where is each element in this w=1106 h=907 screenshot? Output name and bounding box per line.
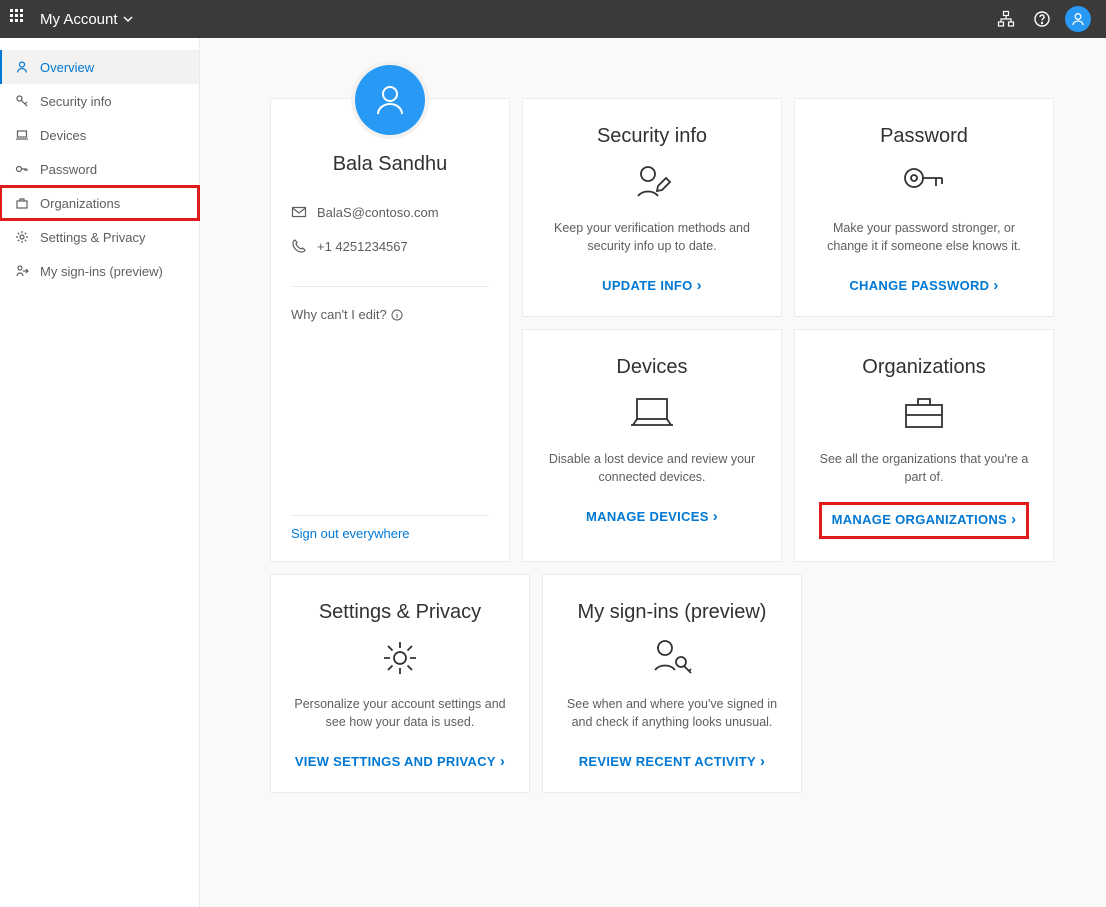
profile-phone-row: +1 4251234567 bbox=[291, 238, 489, 254]
settings-privacy-card: Settings & Privacy Personalize your acco… bbox=[270, 574, 530, 793]
person-key-icon bbox=[649, 636, 695, 680]
key-icon bbox=[14, 93, 30, 109]
profile-phone: +1 4251234567 bbox=[317, 239, 408, 254]
view-settings-link[interactable]: VIEW SETTINGS AND PRIVACY bbox=[295, 753, 505, 770]
signins-card: My sign-ins (preview) See when and where… bbox=[542, 574, 802, 793]
briefcase-large-icon bbox=[900, 391, 948, 435]
sidebar: Overview Security info Devices Password bbox=[0, 38, 200, 907]
gear-large-icon bbox=[378, 636, 422, 680]
card-title: Devices bbox=[616, 356, 687, 379]
person-edit-icon bbox=[630, 160, 674, 204]
card-title: Password bbox=[880, 125, 968, 148]
phone-icon bbox=[291, 238, 307, 254]
update-info-link[interactable]: UPDATE INFO bbox=[602, 277, 702, 294]
sidebar-item-label: Password bbox=[40, 162, 97, 177]
sidebar-item-signins[interactable]: My sign-ins (preview) bbox=[0, 254, 199, 288]
manage-devices-link[interactable]: MANAGE DEVICES bbox=[586, 508, 718, 525]
profile-name: Bala Sandhu bbox=[291, 153, 489, 176]
card-title: Security info bbox=[597, 125, 707, 148]
sidebar-item-overview[interactable]: Overview bbox=[0, 50, 199, 84]
avatar[interactable] bbox=[1060, 1, 1096, 37]
laptop-icon bbox=[14, 127, 30, 143]
card-desc: See all the organizations that you're a … bbox=[815, 451, 1033, 486]
review-activity-link[interactable]: REVIEW RECENT ACTIVITY bbox=[579, 753, 766, 770]
card-title: Settings & Privacy bbox=[319, 601, 481, 624]
sidebar-item-label: Settings & Privacy bbox=[40, 230, 146, 245]
sign-out-everywhere-link[interactable]: Sign out everywhere bbox=[291, 526, 489, 541]
sidebar-item-label: My sign-ins (preview) bbox=[40, 264, 163, 279]
app-launcher-icon[interactable] bbox=[10, 9, 30, 29]
password-card: Password Make your password stronger, or… bbox=[794, 98, 1054, 317]
person-icon bbox=[14, 59, 30, 75]
sidebar-item-label: Devices bbox=[40, 128, 86, 143]
change-password-link[interactable]: CHANGE PASSWORD bbox=[849, 277, 998, 294]
top-bar: My Account bbox=[0, 0, 1106, 38]
card-desc: Personalize your account settings and se… bbox=[291, 696, 509, 731]
profile-card: Bala Sandhu BalaS@contoso.com +1 4251234… bbox=[270, 98, 510, 562]
help-icon[interactable] bbox=[1024, 1, 1060, 37]
devices-card: Devices Disable a lost device and review… bbox=[522, 329, 782, 562]
sidebar-item-security[interactable]: Security info bbox=[0, 84, 199, 118]
chevron-down-icon[interactable] bbox=[122, 13, 134, 25]
profile-avatar-wrap bbox=[351, 61, 429, 139]
security-info-card: Security info Keep your verification met… bbox=[522, 98, 782, 317]
organizations-card: Organizations See all the organizations … bbox=[794, 329, 1054, 562]
main-content: Bala Sandhu BalaS@contoso.com +1 4251234… bbox=[200, 38, 1106, 907]
sidebar-item-devices[interactable]: Devices bbox=[0, 118, 199, 152]
briefcase-icon bbox=[14, 195, 30, 211]
key-large-icon bbox=[900, 160, 948, 204]
profile-email-row: BalaS@contoso.com bbox=[291, 204, 489, 220]
org-chart-icon[interactable] bbox=[988, 1, 1024, 37]
profile-avatar-icon bbox=[355, 65, 425, 135]
password-key-icon bbox=[14, 161, 30, 177]
sidebar-item-label: Overview bbox=[40, 60, 94, 75]
manage-organizations-link[interactable]: MANAGE ORGANIZATIONS bbox=[819, 502, 1030, 539]
card-desc: Make your password stronger, or change i… bbox=[815, 220, 1033, 255]
sidebar-item-password[interactable]: Password bbox=[0, 152, 199, 186]
why-cant-edit-link[interactable]: Why can't I edit? bbox=[291, 307, 489, 322]
card-desc: Disable a lost device and review your co… bbox=[543, 451, 761, 486]
signin-icon bbox=[14, 263, 30, 279]
sidebar-item-organizations[interactable]: Organizations bbox=[0, 186, 199, 220]
mail-icon bbox=[291, 204, 307, 220]
sidebar-item-label: Organizations bbox=[40, 196, 120, 211]
profile-email: BalaS@contoso.com bbox=[317, 205, 439, 220]
card-title: Organizations bbox=[862, 356, 985, 379]
gear-icon bbox=[14, 229, 30, 245]
app-title: My Account bbox=[40, 11, 118, 28]
card-title: My sign-ins (preview) bbox=[578, 601, 767, 624]
sidebar-item-settings[interactable]: Settings & Privacy bbox=[0, 220, 199, 254]
sidebar-item-label: Security info bbox=[40, 94, 112, 109]
laptop-large-icon bbox=[627, 391, 677, 435]
card-desc: Keep your verification methods and secur… bbox=[543, 220, 761, 255]
card-desc: See when and where you've signed in and … bbox=[563, 696, 781, 731]
